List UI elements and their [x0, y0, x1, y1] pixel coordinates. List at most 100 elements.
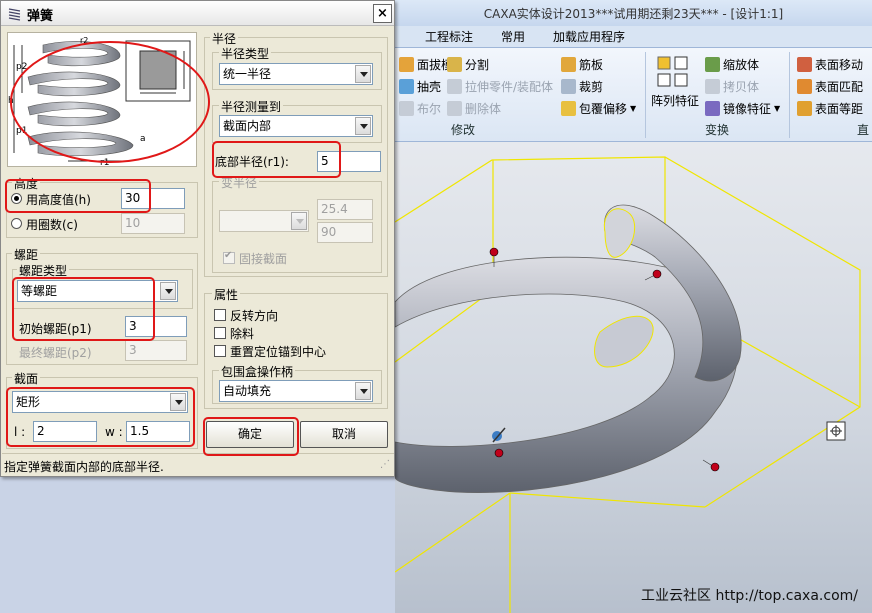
boolean-button[interactable]: 布尔: [399, 100, 441, 117]
radius-type-select[interactable]: 统一半径: [219, 63, 373, 85]
initial-pitch-input[interactable]: 3: [125, 316, 187, 337]
status-text: 指定弹簧截面内部的底部半径.: [4, 460, 164, 474]
pitch-type-select[interactable]: 等螺距: [17, 280, 178, 302]
reset-anchor-label: 重置定位锚到中心: [230, 345, 327, 359]
array-feature-label[interactable]: 阵列特征: [651, 92, 699, 109]
delete-body-button[interactable]: 删除体: [447, 100, 501, 117]
array-feature-icon[interactable]: [657, 56, 689, 88]
dialog-title: 弹簧: [27, 9, 54, 24]
variable-radius-input-2[interactable]: 90: [317, 222, 373, 243]
chevron-down-icon: [291, 212, 307, 230]
final-pitch-input[interactable]: 3: [125, 340, 187, 361]
ribbon-tabs: 工程标注 常用 加载应用程序: [395, 26, 872, 48]
wrap-offset-button[interactable]: 包覆偏移 ▼: [561, 100, 636, 117]
face-draft-icon: [399, 57, 414, 72]
face-offset-icon: [797, 101, 812, 116]
scale-body-button[interactable]: 缩放体: [705, 56, 759, 73]
reset-anchor-checkbox[interactable]: [214, 345, 226, 357]
properties-group-label: 属性: [212, 286, 241, 303]
spring-icon: [8, 8, 21, 21]
radio-use-turns[interactable]: [11, 218, 22, 229]
final-pitch-label: 最终螺距(p2): [19, 346, 92, 360]
radio-use-height[interactable]: [11, 193, 22, 204]
fixed-section-checkbox[interactable]: [223, 250, 235, 264]
bottom-radius-label: 底部半径(r1):: [215, 155, 289, 169]
delete-body-icon: [447, 101, 462, 116]
use-turns-label[interactable]: 用圈数(c): [26, 216, 78, 233]
preview-label-p1: p1: [16, 126, 27, 136]
face-move-icon: [797, 57, 812, 72]
use-height-label[interactable]: 用高度值(h): [26, 191, 91, 208]
copy-body-button[interactable]: 拷贝体: [705, 78, 759, 95]
preview-label-r1: r1: [100, 158, 109, 168]
resize-grip-icon[interactable]: ⋰: [380, 459, 390, 470]
face-offset-button[interactable]: 表面等距: [797, 100, 863, 117]
face-draft-button[interactable]: 面拔模: [399, 56, 453, 73]
split-button[interactable]: 分割: [447, 56, 489, 73]
variable-radius-input-1[interactable]: 25.4: [317, 199, 373, 220]
ribbon-separator: [645, 52, 646, 138]
group-transform-label: 变换: [705, 123, 730, 137]
mirror-feature-icon: [705, 101, 720, 116]
shell-button[interactable]: 抽壳: [399, 78, 441, 95]
dropdown-arrow-icon: ▼: [630, 104, 637, 113]
section-l-label: l :: [14, 425, 26, 439]
ribbon-separator: [789, 52, 790, 138]
ok-button[interactable]: 确定: [206, 421, 294, 448]
chevron-down-icon: [160, 282, 176, 300]
status-bar: 指定弹簧截面内部的底部半径. ⋰: [2, 453, 394, 477]
height-group-label: 高度: [12, 175, 41, 192]
close-button[interactable]: ×: [373, 4, 392, 23]
3d-viewport[interactable]: [395, 142, 872, 613]
radius-measure-label: 半径测量到: [219, 98, 284, 115]
wrap-offset-icon: [561, 101, 576, 116]
face-match-icon: [797, 79, 812, 94]
extrude-part-icon: [447, 79, 462, 94]
section-shape-select[interactable]: 矩形: [12, 391, 188, 413]
chevron-down-icon: [355, 65, 371, 83]
group-modify-label: 修改: [451, 123, 476, 137]
bbox-handle-select[interactable]: 自动填充: [219, 380, 373, 402]
tab-engineering-annotation[interactable]: 工程标注: [425, 28, 473, 45]
preview-label-p2: p2: [16, 62, 27, 72]
initial-pitch-label: 初始螺距(p1): [19, 322, 92, 336]
section-w-label: w :: [105, 425, 123, 439]
variable-radius-label: 变半径: [219, 174, 260, 191]
preview-label-r2: r2: [80, 36, 88, 45]
section-l-input[interactable]: 2: [33, 421, 97, 442]
remove-material-checkbox[interactable]: [214, 327, 226, 339]
trim-button[interactable]: 裁剪: [561, 78, 603, 95]
section-w-input[interactable]: 1.5: [126, 421, 190, 442]
radius-type-label: 半径类型: [219, 45, 272, 62]
watermark-text: 工业云社区 http://top.caxa.com/: [641, 588, 858, 604]
preview-label-h: h: [8, 96, 14, 106]
radius-measure-select[interactable]: 截面内部: [219, 115, 373, 137]
extrude-part-button[interactable]: 拉伸零件/装配体: [447, 78, 553, 95]
app-title: CAXA实体设计2013***试用期还剩23天*** - [设计1:1]: [483, 6, 784, 21]
pitch-group-label: 螺距: [12, 246, 41, 263]
variable-radius-select[interactable]: [219, 210, 309, 232]
tab-load-apps[interactable]: 加载应用程序: [553, 28, 625, 45]
face-match-button[interactable]: 表面匹配: [797, 78, 863, 95]
tab-common[interactable]: 常用: [501, 28, 525, 45]
pitch-type-label: 螺距类型: [17, 262, 70, 279]
height-input[interactable]: 30: [121, 188, 185, 209]
dialog-title-bar[interactable]: 弹簧 ×: [1, 1, 394, 26]
fixed-section-label: 固接截面: [239, 252, 288, 266]
ribbon-body: 面拔模 抽壳 布尔 分割 拉伸零件/装配体 删除体 筋板 裁剪 包覆偏移 ▼ 修改…: [395, 48, 872, 142]
section-group-label: 截面: [12, 370, 41, 387]
group-direct-label: 直: [857, 123, 870, 137]
shell-icon: [399, 79, 414, 94]
boolean-icon: [399, 101, 414, 116]
spring-dialog: 弹簧 × p2 p1 r1 h a r2 高度 用高度值(h) 30 用圈数(c…: [0, 0, 395, 477]
app-title-bar: CAXA实体设计2013***试用期还剩23天*** - [设计1:1]: [395, 0, 872, 26]
mirror-feature-button[interactable]: 镜像特征 ▼: [705, 100, 780, 117]
bottom-radius-input[interactable]: 5: [317, 151, 381, 172]
cancel-button[interactable]: 取消: [300, 421, 388, 448]
reverse-direction-checkbox[interactable]: [214, 309, 226, 321]
face-move-button[interactable]: 表面移动: [797, 56, 863, 73]
rib-button[interactable]: 筋板: [561, 56, 603, 73]
reverse-direction-label: 反转方向: [230, 309, 279, 323]
anchor-icon[interactable]: [492, 427, 506, 443]
turns-input[interactable]: 10: [121, 213, 185, 234]
